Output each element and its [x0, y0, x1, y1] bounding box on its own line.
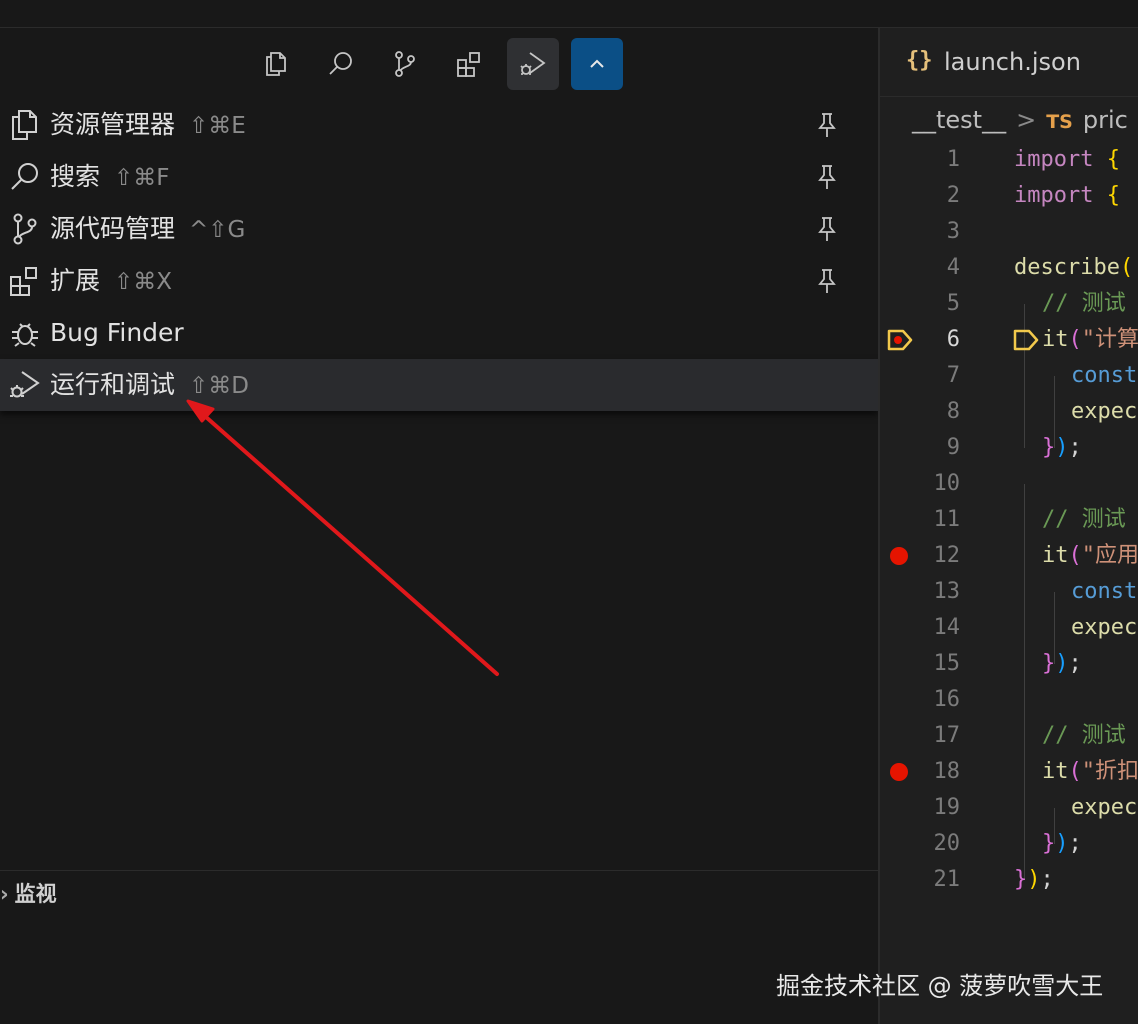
typescript-file-icon: TS	[1046, 111, 1073, 133]
line-number: 11	[933, 507, 961, 532]
code-text: });	[1014, 867, 1054, 892]
code-line[interactable]: 5 // 测试	[880, 286, 1138, 322]
code-line[interactable]: 19 expec	[880, 790, 1138, 826]
view-picker-panel: 资源管理器 ⇧⌘E 搜索 ⇧⌘F 源代码管理 ^⇧G 扩展 ⇧⌘X Bug Fi…	[0, 28, 878, 1024]
tab-launch-json[interactable]: {} launch.json	[880, 28, 1138, 97]
code-line[interactable]: 20 });	[880, 826, 1138, 862]
chevron-right-icon: >	[1016, 106, 1037, 134]
line-number: 5	[946, 291, 960, 316]
line-number: 1	[946, 147, 960, 172]
code-text: expec	[1071, 399, 1138, 424]
code-text: expec	[1071, 615, 1138, 640]
breakpoint-icon[interactable]	[890, 763, 908, 781]
line-number: 4	[946, 255, 960, 280]
code-line[interactable]: 18 it("折扣	[880, 754, 1138, 790]
code-line[interactable]: 7 const	[880, 358, 1138, 394]
breadcrumb-file[interactable]: pric	[1083, 106, 1128, 134]
line-number: 7	[946, 363, 960, 388]
debug-stopped-breakpoint-icon[interactable]	[886, 328, 914, 352]
code-line[interactable]: 12 it("应用	[880, 538, 1138, 574]
section-divider	[0, 870, 878, 871]
code-text: it("应用	[1042, 543, 1138, 568]
code-text: const	[1071, 363, 1138, 388]
code-line[interactable]: 1 import {	[880, 142, 1138, 178]
code-line[interactable]: 4 describe(	[880, 250, 1138, 286]
breadcrumb: __test__ > TS pric	[912, 106, 1128, 134]
code-line[interactable]: 11 // 测试	[880, 502, 1138, 538]
breadcrumb-folder[interactable]: __test__	[912, 106, 1006, 134]
code-line[interactable]: 21 });	[880, 862, 1138, 898]
line-number: 12	[933, 543, 961, 568]
code-text: import {	[1014, 183, 1120, 208]
code-line[interactable]: 2 import {	[880, 178, 1138, 214]
code-line[interactable]: 16	[880, 682, 1138, 718]
code-text: });	[1042, 831, 1082, 856]
code-text: });	[1042, 651, 1082, 676]
code-line[interactable]: 3	[880, 214, 1138, 250]
code-line[interactable]: 8 expec	[880, 394, 1138, 430]
code-line[interactable]: 17 // 测试	[880, 718, 1138, 754]
code-line[interactable]: 15 });	[880, 646, 1138, 682]
line-number: 8	[946, 399, 960, 424]
chevron-right-icon: ›	[0, 882, 9, 906]
line-number: 3	[946, 219, 960, 244]
code-line[interactable]: 10	[880, 466, 1138, 502]
line-number: 19	[933, 795, 961, 820]
tab-label: launch.json	[944, 48, 1081, 76]
code-text: expec	[1071, 795, 1138, 820]
line-number: 6	[946, 327, 960, 352]
watermark: 掘金技术社区 @ 菠萝吹雪大王	[776, 972, 1104, 1000]
line-number: 14	[933, 615, 961, 640]
line-number: 16	[933, 687, 961, 712]
code-line[interactable]: 14 expec	[880, 610, 1138, 646]
debug-stop-marker-icon	[1013, 329, 1039, 351]
breakpoint-icon[interactable]	[890, 547, 908, 565]
code-text: });	[1042, 435, 1082, 460]
code-text: // 测试	[1042, 507, 1126, 532]
annotation-arrow	[186, 399, 499, 676]
line-number: 15	[933, 651, 961, 676]
line-number: 10	[933, 471, 961, 496]
code-line[interactable]: 9 });	[880, 430, 1138, 466]
code-text: import {	[1014, 147, 1120, 172]
code-text: // 测试	[1042, 723, 1126, 748]
line-number: 2	[946, 183, 960, 208]
line-number: 20	[933, 831, 961, 856]
line-number: 21	[933, 867, 961, 892]
code-text: it("折扣	[1042, 759, 1138, 784]
json-file-icon: {}	[906, 48, 933, 73]
title-bar	[0, 0, 1138, 28]
line-number: 17	[933, 723, 961, 748]
line-number: 13	[933, 579, 961, 604]
code-text: const	[1071, 579, 1138, 604]
watch-section-header[interactable]: › 监视	[0, 878, 57, 908]
code-text: // 测试	[1042, 291, 1126, 316]
line-number: 18	[933, 759, 961, 784]
line-number: 9	[946, 435, 960, 460]
code-text: describe(	[1014, 255, 1134, 280]
code-text: it("计算	[1042, 327, 1138, 352]
watch-section-title: 监视	[14, 882, 57, 906]
code-line[interactable]: 13 const	[880, 574, 1138, 610]
code-line-current[interactable]: 6 it("计算	[880, 322, 1138, 358]
editor-area: {} launch.json __test__ > TS pric 1 import …	[880, 28, 1138, 1024]
